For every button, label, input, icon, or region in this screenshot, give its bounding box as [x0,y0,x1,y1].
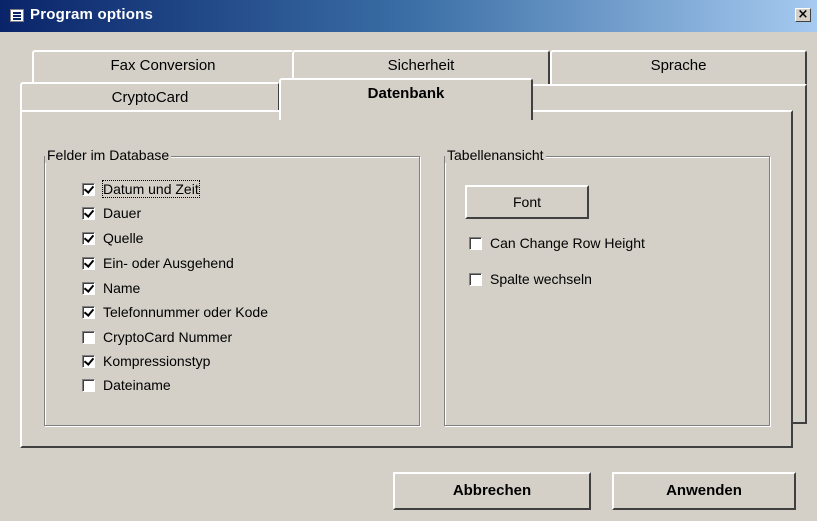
field-checkbox-dauer[interactable]: Dauer [82,203,141,223]
checkbox-icon[interactable] [82,354,95,368]
option-spalte-wechseln[interactable]: Spalte wechseln [469,269,592,289]
app-icon[interactable] [10,9,24,22]
datenbank-panel: Felder im Database Datum und Zeit Dauer … [20,110,793,448]
fields-group-title: Felder im Database [45,147,172,163]
tab-fax-conversion[interactable]: Fax Conversion [32,50,294,84]
checkbox-icon[interactable] [469,236,482,250]
close-button[interactable]: × [795,8,811,22]
checkbox-icon[interactable] [469,272,482,286]
checkbox-label: Telefonnummer oder Kode [103,304,268,320]
checkbox-icon[interactable] [82,330,95,344]
checkbox-label: Ein- oder Ausgehend [103,255,234,271]
field-checkbox-datum-und-zeit[interactable]: Datum und Zeit [82,179,200,199]
field-checkbox-kompressionstyp[interactable]: Kompressionstyp [82,351,210,371]
title-bar: Program options × [0,0,817,32]
checkbox-label: Kompressionstyp [103,353,211,369]
fields-groupbox: Felder im Database Datum und Zeit Dauer … [44,147,420,426]
apply-button[interactable]: Anwenden [612,472,796,510]
checkbox-label: Name [103,280,141,296]
checkbox-label: Quelle [103,230,144,246]
checkbox-label: CryptoCard Nummer [103,329,233,345]
field-checkbox-cryptocard-nummer[interactable]: CryptoCard Nummer [82,327,232,347]
checkbox-icon[interactable] [82,281,95,295]
program-options-dialog: Program options × Fax Conversion Sicherh… [0,0,817,521]
checkbox-label: Can Change Row Height [490,235,645,251]
checkbox-icon[interactable] [82,305,95,319]
field-checkbox-ein-oder-ausgehend[interactable]: Ein- oder Ausgehend [82,253,234,273]
checkbox-icon[interactable] [82,182,95,196]
checkbox-icon[interactable] [82,231,95,245]
tab-datenbank[interactable]: Datenbank [279,78,533,120]
checkbox-icon[interactable] [82,256,95,270]
table-view-groupbox: Tabellenansicht Font Can Change Row Heig… [444,147,770,426]
checkbox-label: Dauer [103,205,142,221]
field-checkbox-name[interactable]: Name [82,278,140,298]
checkbox-label: Dateiname [103,377,171,393]
checkbox-label: Spalte wechseln [490,271,592,287]
table-view-group-title: Tabellenansicht [445,147,546,163]
cancel-button[interactable]: Abbrechen [393,472,591,510]
checkbox-label: Datum und Zeit [102,180,200,198]
checkbox-icon[interactable] [82,378,95,392]
field-checkbox-quelle[interactable]: Quelle [82,228,143,248]
checkbox-icon[interactable] [82,206,95,220]
tab-sprache[interactable]: Sprache [550,50,807,86]
option-can-change-row-height[interactable]: Can Change Row Height [469,233,645,253]
field-checkbox-dateiname[interactable]: Dateiname [82,375,171,395]
field-checkbox-telefonnummer[interactable]: Telefonnummer oder Kode [82,302,268,322]
font-button[interactable]: Font [465,185,589,219]
window-title: Program options [30,6,154,23]
